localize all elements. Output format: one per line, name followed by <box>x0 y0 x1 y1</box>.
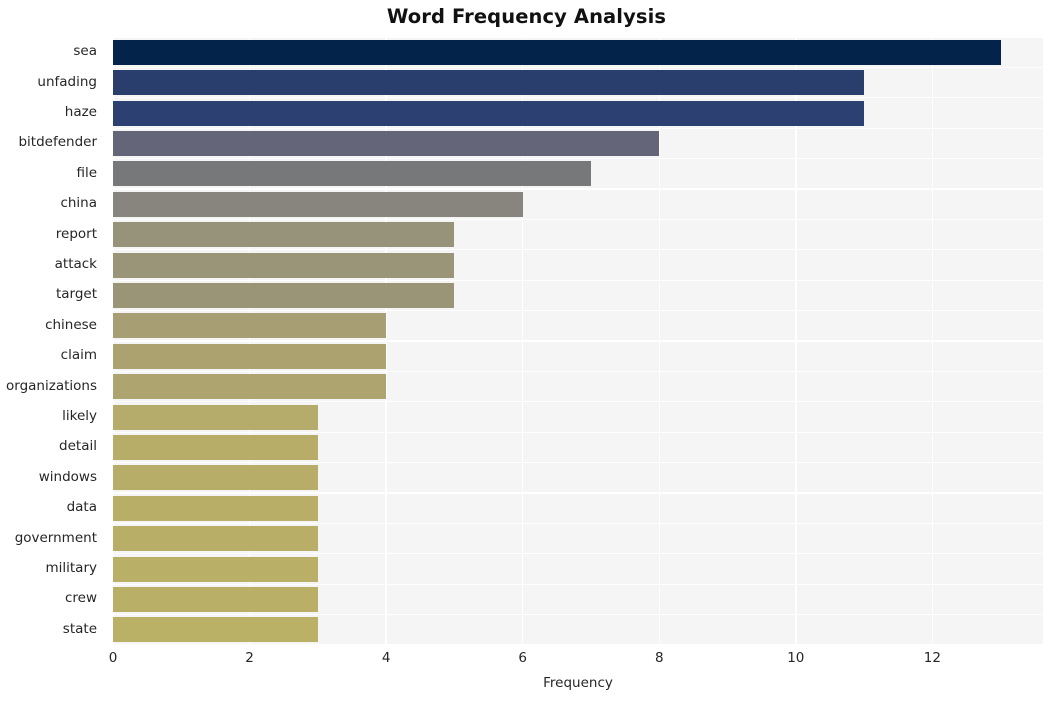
x-axis-tick-label: 12 <box>923 650 941 666</box>
horizontal-gridline <box>113 461 1043 464</box>
bar[interactable] <box>113 161 591 187</box>
bar[interactable] <box>113 434 318 460</box>
x-axis-tick-label: 6 <box>518 650 527 666</box>
horizontal-gridline <box>113 309 1043 312</box>
bar[interactable] <box>113 617 318 643</box>
y-axis-tick-label: windows <box>38 468 97 485</box>
y-axis-tick-label: chinese <box>45 316 97 333</box>
horizontal-gridline <box>113 37 1043 38</box>
y-axis-tick-label: data <box>66 499 97 516</box>
bar[interactable] <box>113 39 1001 65</box>
y-axis-labels: sea unfading haze bitdefender file china repor… <box>0 0 105 701</box>
bar[interactable] <box>113 556 318 582</box>
horizontal-gridline <box>113 583 1043 585</box>
horizontal-gridline <box>113 188 1043 190</box>
bar[interactable] <box>113 465 318 491</box>
y-axis-tick-label: unfading <box>37 73 97 90</box>
chart-title: Word Frequency Analysis <box>386 5 667 28</box>
y-axis-tick-label: claim <box>60 347 97 364</box>
horizontal-gridline <box>113 522 1043 525</box>
horizontal-gridline <box>113 492 1043 494</box>
horizontal-gridline <box>113 249 1043 251</box>
horizontal-gridline <box>113 127 1043 129</box>
horizontal-gridline <box>113 157 1043 160</box>
horizontal-gridline <box>113 340 1043 342</box>
horizontal-gridline <box>113 644 1043 645</box>
horizontal-gridline <box>113 66 1043 69</box>
bar[interactable] <box>113 586 318 612</box>
bar[interactable] <box>113 282 455 308</box>
bar[interactable] <box>113 191 523 217</box>
x-axis-tick-labels: 0 2 4 6 8 10 12 <box>0 650 1053 672</box>
y-axis-tick-label: bitdefender <box>18 134 97 151</box>
y-axis-tick-label: military <box>45 560 97 576</box>
x-axis-tick-label: 4 <box>381 650 391 666</box>
y-axis-tick-label: organizations <box>6 377 97 394</box>
horizontal-gridline <box>113 279 1043 281</box>
y-axis-tick-label: report <box>55 225 97 242</box>
y-axis-tick-label: crew <box>64 590 97 607</box>
horizontal-gridline <box>113 401 1043 403</box>
y-axis-tick-label: attack <box>54 256 97 272</box>
bar[interactable] <box>113 70 865 96</box>
bar[interactable] <box>113 130 660 156</box>
y-axis-tick-label: sea <box>73 43 97 60</box>
bar[interactable] <box>113 495 318 521</box>
x-axis-tick-label: 0 <box>108 650 118 666</box>
y-axis-tick-label: china <box>60 195 97 212</box>
x-axis-tick-label: 2 <box>245 650 254 666</box>
bar[interactable] <box>113 100 865 126</box>
plot-area <box>113 37 1043 645</box>
bar[interactable] <box>113 374 387 400</box>
y-axis-tick-label: government <box>14 529 97 546</box>
bar[interactable] <box>113 222 455 248</box>
bar[interactable] <box>113 313 387 339</box>
y-axis-tick-label: state <box>62 620 97 637</box>
y-axis-tick-label: target <box>55 286 97 303</box>
y-axis-tick-label: haze <box>64 104 97 120</box>
x-axis-title: Frequency <box>543 675 613 691</box>
horizontal-gridline <box>113 431 1043 433</box>
x-axis-tick-label: 8 <box>654 650 664 666</box>
bar[interactable] <box>113 404 318 430</box>
horizontal-gridline <box>113 218 1043 221</box>
horizontal-gridline <box>113 553 1043 555</box>
y-axis-tick-label: detail <box>59 438 97 455</box>
word-frequency-chart: Word Frequency Analysis sea unfading haze b… <box>0 0 1053 701</box>
bar[interactable] <box>113 252 455 278</box>
horizontal-gridline <box>113 370 1043 373</box>
x-axis-tick-label: 10 <box>787 650 805 666</box>
horizontal-gridline <box>113 613 1043 616</box>
y-axis-tick-label: likely <box>62 408 97 424</box>
horizontal-gridline <box>113 97 1043 99</box>
bar[interactable] <box>113 343 387 369</box>
y-axis-tick-label: file <box>76 164 97 181</box>
bar[interactable] <box>113 526 318 552</box>
